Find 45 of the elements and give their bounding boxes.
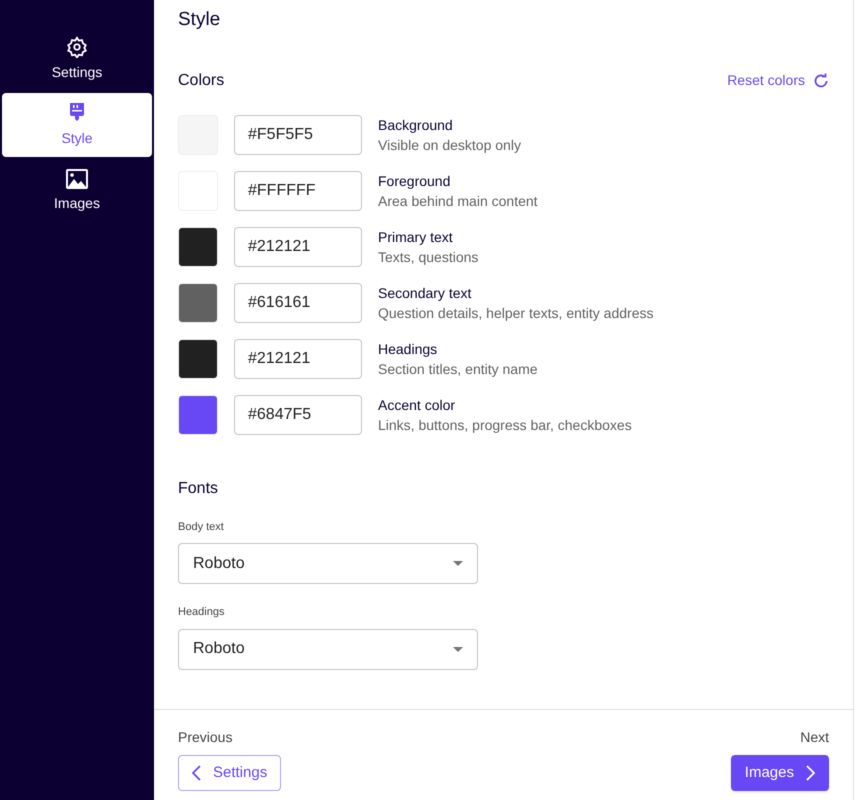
next-button[interactable]: Images: [730, 755, 829, 791]
sidebar-tab[interactable]: Settings: [2, 27, 152, 91]
color-label: Accent color: [378, 396, 456, 414]
next-label: Next: [800, 728, 829, 747]
hex-input-field[interactable]: #FFFFFF: [234, 170, 362, 210]
section-heading: Fonts: [178, 478, 220, 498]
font-dropdown[interactable]: Roboto: [178, 628, 478, 670]
hex-input-field[interactable]: #6847F5: [234, 394, 362, 434]
hex-input-field[interactable]: #F5F5F5: [234, 114, 362, 154]
hex-input-field[interactable]: #212121: [234, 338, 362, 378]
image-icon: [66, 168, 88, 188]
reset-colors-link[interactable]: Reset colors: [727, 70, 829, 91]
color-label: Background: [378, 116, 454, 134]
color-swatch[interactable]: [178, 338, 218, 378]
hex-input-field[interactable]: #212121: [234, 226, 362, 266]
color-label: Primary text: [378, 228, 454, 246]
sidebar-tab[interactable]: Style: [2, 93, 152, 157]
color-label: Secondary text: [378, 284, 472, 302]
previous-label: Previous: [178, 728, 232, 747]
color-description: Question details, helper texts, entity address: [378, 304, 654, 322]
color-swatch[interactable]: [178, 226, 218, 266]
sidebar-tab[interactable]: Images: [2, 159, 152, 223]
previous-button[interactable]: Settings: [178, 755, 282, 791]
dropdown-caret-icon: [453, 561, 463, 566]
color-description: Section titles, entity name: [378, 360, 538, 378]
paintbrush-icon: [68, 102, 86, 124]
field-label: Body text: [178, 520, 225, 534]
refresh-icon: [813, 72, 829, 88]
color-description: Visible on desktop only: [378, 136, 521, 154]
section-heading: Colors: [178, 70, 224, 90]
color-description: Area behind main content: [378, 192, 538, 210]
hex-input-field[interactable]: #616161: [234, 282, 362, 322]
color-swatch[interactable]: [178, 394, 218, 434]
color-swatch[interactable]: [178, 282, 218, 322]
chevron-right-icon: [806, 765, 815, 781]
settings-icon: [66, 36, 88, 58]
color-label: Headings: [378, 340, 438, 358]
field-label: Headings: [178, 605, 226, 620]
dropdown-caret-icon: [453, 646, 463, 652]
color-description: Texts, questions: [378, 248, 478, 266]
chevron-left-icon: [192, 765, 201, 781]
font-dropdown[interactable]: Roboto: [178, 543, 478, 584]
color-description: Links, buttons, progress bar, checkboxes: [378, 416, 632, 434]
color-label: Foreground: [378, 172, 452, 190]
page-title: Style: [178, 8, 222, 32]
